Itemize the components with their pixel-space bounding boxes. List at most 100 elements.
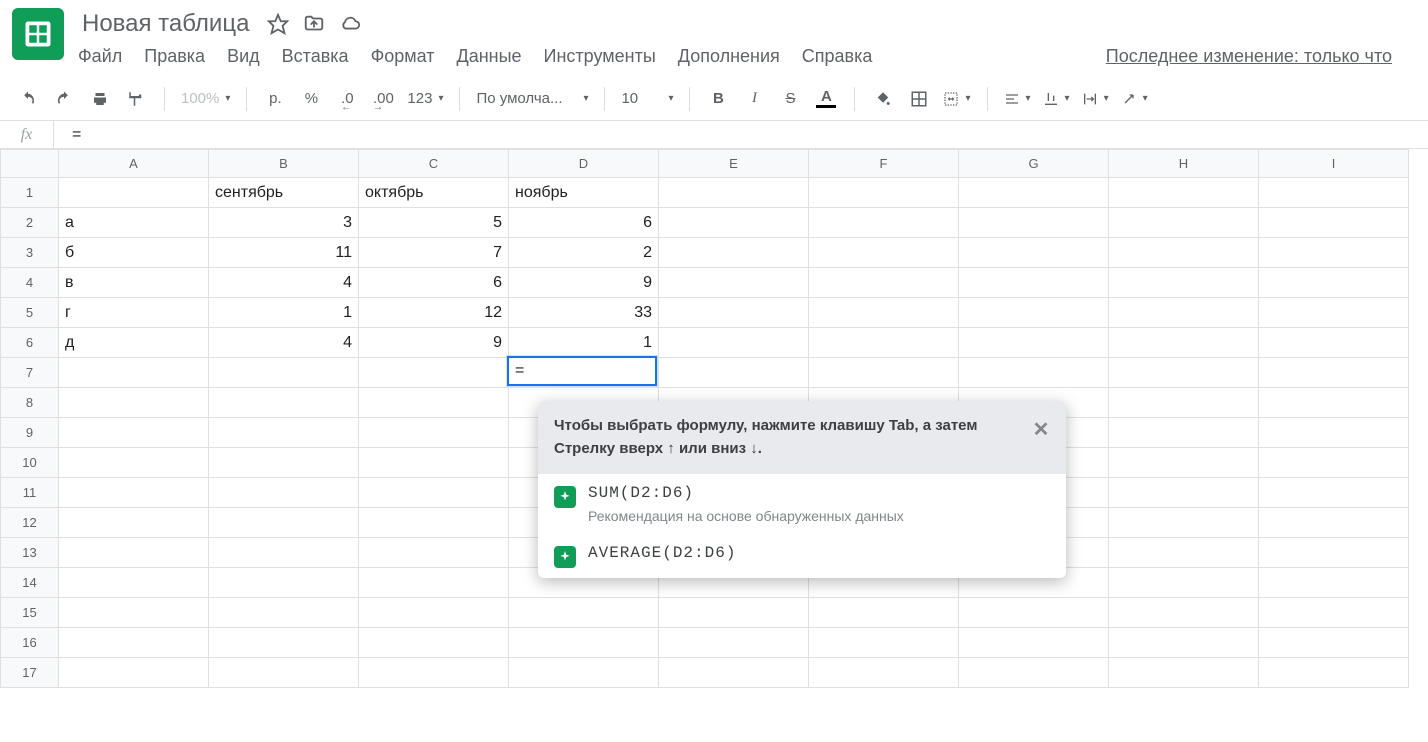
cell[interactable]: 4 <box>209 328 359 358</box>
cell[interactable] <box>59 418 209 448</box>
cell[interactable]: 12 <box>359 298 509 328</box>
cell[interactable] <box>359 448 509 478</box>
cell[interactable] <box>1259 598 1409 628</box>
cell[interactable] <box>959 268 1109 298</box>
cell[interactable]: в <box>59 268 209 298</box>
cell[interactable] <box>959 298 1109 328</box>
cell[interactable] <box>809 358 959 388</box>
cell[interactable] <box>1109 658 1259 688</box>
cell[interactable] <box>1109 238 1259 268</box>
cell[interactable]: г <box>59 298 209 328</box>
cell[interactable] <box>359 658 509 688</box>
cell[interactable]: 11 <box>209 238 359 268</box>
cell[interactable] <box>59 628 209 658</box>
cell[interactable]: б <box>59 238 209 268</box>
cell[interactable] <box>209 628 359 658</box>
cell[interactable]: сентябрь <box>209 178 359 208</box>
cell[interactable] <box>59 568 209 598</box>
cell[interactable]: д <box>59 328 209 358</box>
cell[interactable] <box>359 508 509 538</box>
menu-format[interactable]: Формат <box>371 46 435 67</box>
cell[interactable]: ноябрь <box>509 178 659 208</box>
cell[interactable] <box>659 358 809 388</box>
strikethrough-button[interactable]: S <box>774 84 806 114</box>
cell[interactable] <box>659 298 809 328</box>
cell[interactable] <box>59 388 209 418</box>
text-color-button[interactable]: A <box>810 84 842 114</box>
cell[interactable] <box>1109 358 1259 388</box>
column-header[interactable]: G <box>959 150 1109 178</box>
row-header[interactable]: 10 <box>1 448 59 478</box>
zoom-dropdown[interactable]: 100% <box>177 84 234 114</box>
cell[interactable] <box>809 268 959 298</box>
row-header[interactable]: 17 <box>1 658 59 688</box>
cell[interactable] <box>659 178 809 208</box>
spreadsheet-grid[interactable]: ABCDEFGHI1сентябрьоктябрьноябрь2а3563б11… <box>0 149 1428 688</box>
merge-cells-dropdown[interactable] <box>939 84 974 114</box>
more-formats-dropdown[interactable]: 123 <box>403 84 447 114</box>
cell[interactable] <box>1259 448 1409 478</box>
fill-color-button[interactable] <box>867 84 899 114</box>
cell[interactable]: а <box>59 208 209 238</box>
cell[interactable] <box>1259 328 1409 358</box>
column-header[interactable]: A <box>59 150 209 178</box>
cell[interactable]: 2 <box>509 238 659 268</box>
menu-insert[interactable]: Вставка <box>282 46 349 67</box>
borders-button[interactable] <box>903 84 935 114</box>
cell[interactable] <box>59 538 209 568</box>
row-header[interactable]: 15 <box>1 598 59 628</box>
cell[interactable] <box>959 358 1109 388</box>
cell[interactable] <box>59 448 209 478</box>
cell[interactable] <box>1109 448 1259 478</box>
cell[interactable] <box>209 388 359 418</box>
formula-input[interactable]: = <box>54 126 82 144</box>
row-header[interactable]: 6 <box>1 328 59 358</box>
cell[interactable] <box>1259 268 1409 298</box>
cell[interactable] <box>809 298 959 328</box>
cell[interactable]: 3 <box>209 208 359 238</box>
cell[interactable] <box>1109 508 1259 538</box>
paint-format-button[interactable] <box>120 84 152 114</box>
bold-button[interactable]: B <box>702 84 734 114</box>
cell[interactable] <box>209 658 359 688</box>
cell[interactable] <box>659 598 809 628</box>
suggestion-item[interactable]: AVERAGE(D2:D6) <box>538 534 1066 578</box>
cell[interactable] <box>1259 508 1409 538</box>
row-header[interactable]: 16 <box>1 628 59 658</box>
cell[interactable] <box>209 478 359 508</box>
row-header[interactable]: 9 <box>1 418 59 448</box>
cell[interactable] <box>509 628 659 658</box>
cell[interactable] <box>1259 178 1409 208</box>
column-header[interactable]: I <box>1259 150 1409 178</box>
star-icon[interactable] <box>267 13 289 35</box>
horizontal-align-dropdown[interactable] <box>1000 84 1035 114</box>
cell[interactable] <box>809 658 959 688</box>
cell[interactable] <box>59 358 209 388</box>
menu-data[interactable]: Данные <box>457 46 522 67</box>
cell[interactable] <box>59 658 209 688</box>
cell[interactable] <box>209 598 359 628</box>
cell[interactable] <box>659 268 809 298</box>
redo-button[interactable] <box>48 84 80 114</box>
move-to-folder-icon[interactable] <box>303 13 325 35</box>
cell[interactable] <box>1109 388 1259 418</box>
cell[interactable] <box>1259 568 1409 598</box>
cell[interactable] <box>359 568 509 598</box>
cell[interactable] <box>359 358 509 388</box>
cell[interactable] <box>59 178 209 208</box>
row-header[interactable]: 3 <box>1 238 59 268</box>
cell[interactable] <box>659 328 809 358</box>
cell[interactable]: октябрь <box>359 178 509 208</box>
cell[interactable] <box>59 508 209 538</box>
cell[interactable] <box>1259 658 1409 688</box>
row-header[interactable]: 4 <box>1 268 59 298</box>
cell[interactable] <box>509 658 659 688</box>
text-wrapping-dropdown[interactable] <box>1078 84 1113 114</box>
cell[interactable] <box>359 628 509 658</box>
cell[interactable]: 5 <box>359 208 509 238</box>
row-header[interactable]: 8 <box>1 388 59 418</box>
column-header[interactable]: D <box>509 150 659 178</box>
cell[interactable] <box>809 598 959 628</box>
decrease-decimal-button[interactable]: .0← <box>331 84 363 114</box>
increase-decimal-button[interactable]: .00→ <box>367 84 399 114</box>
